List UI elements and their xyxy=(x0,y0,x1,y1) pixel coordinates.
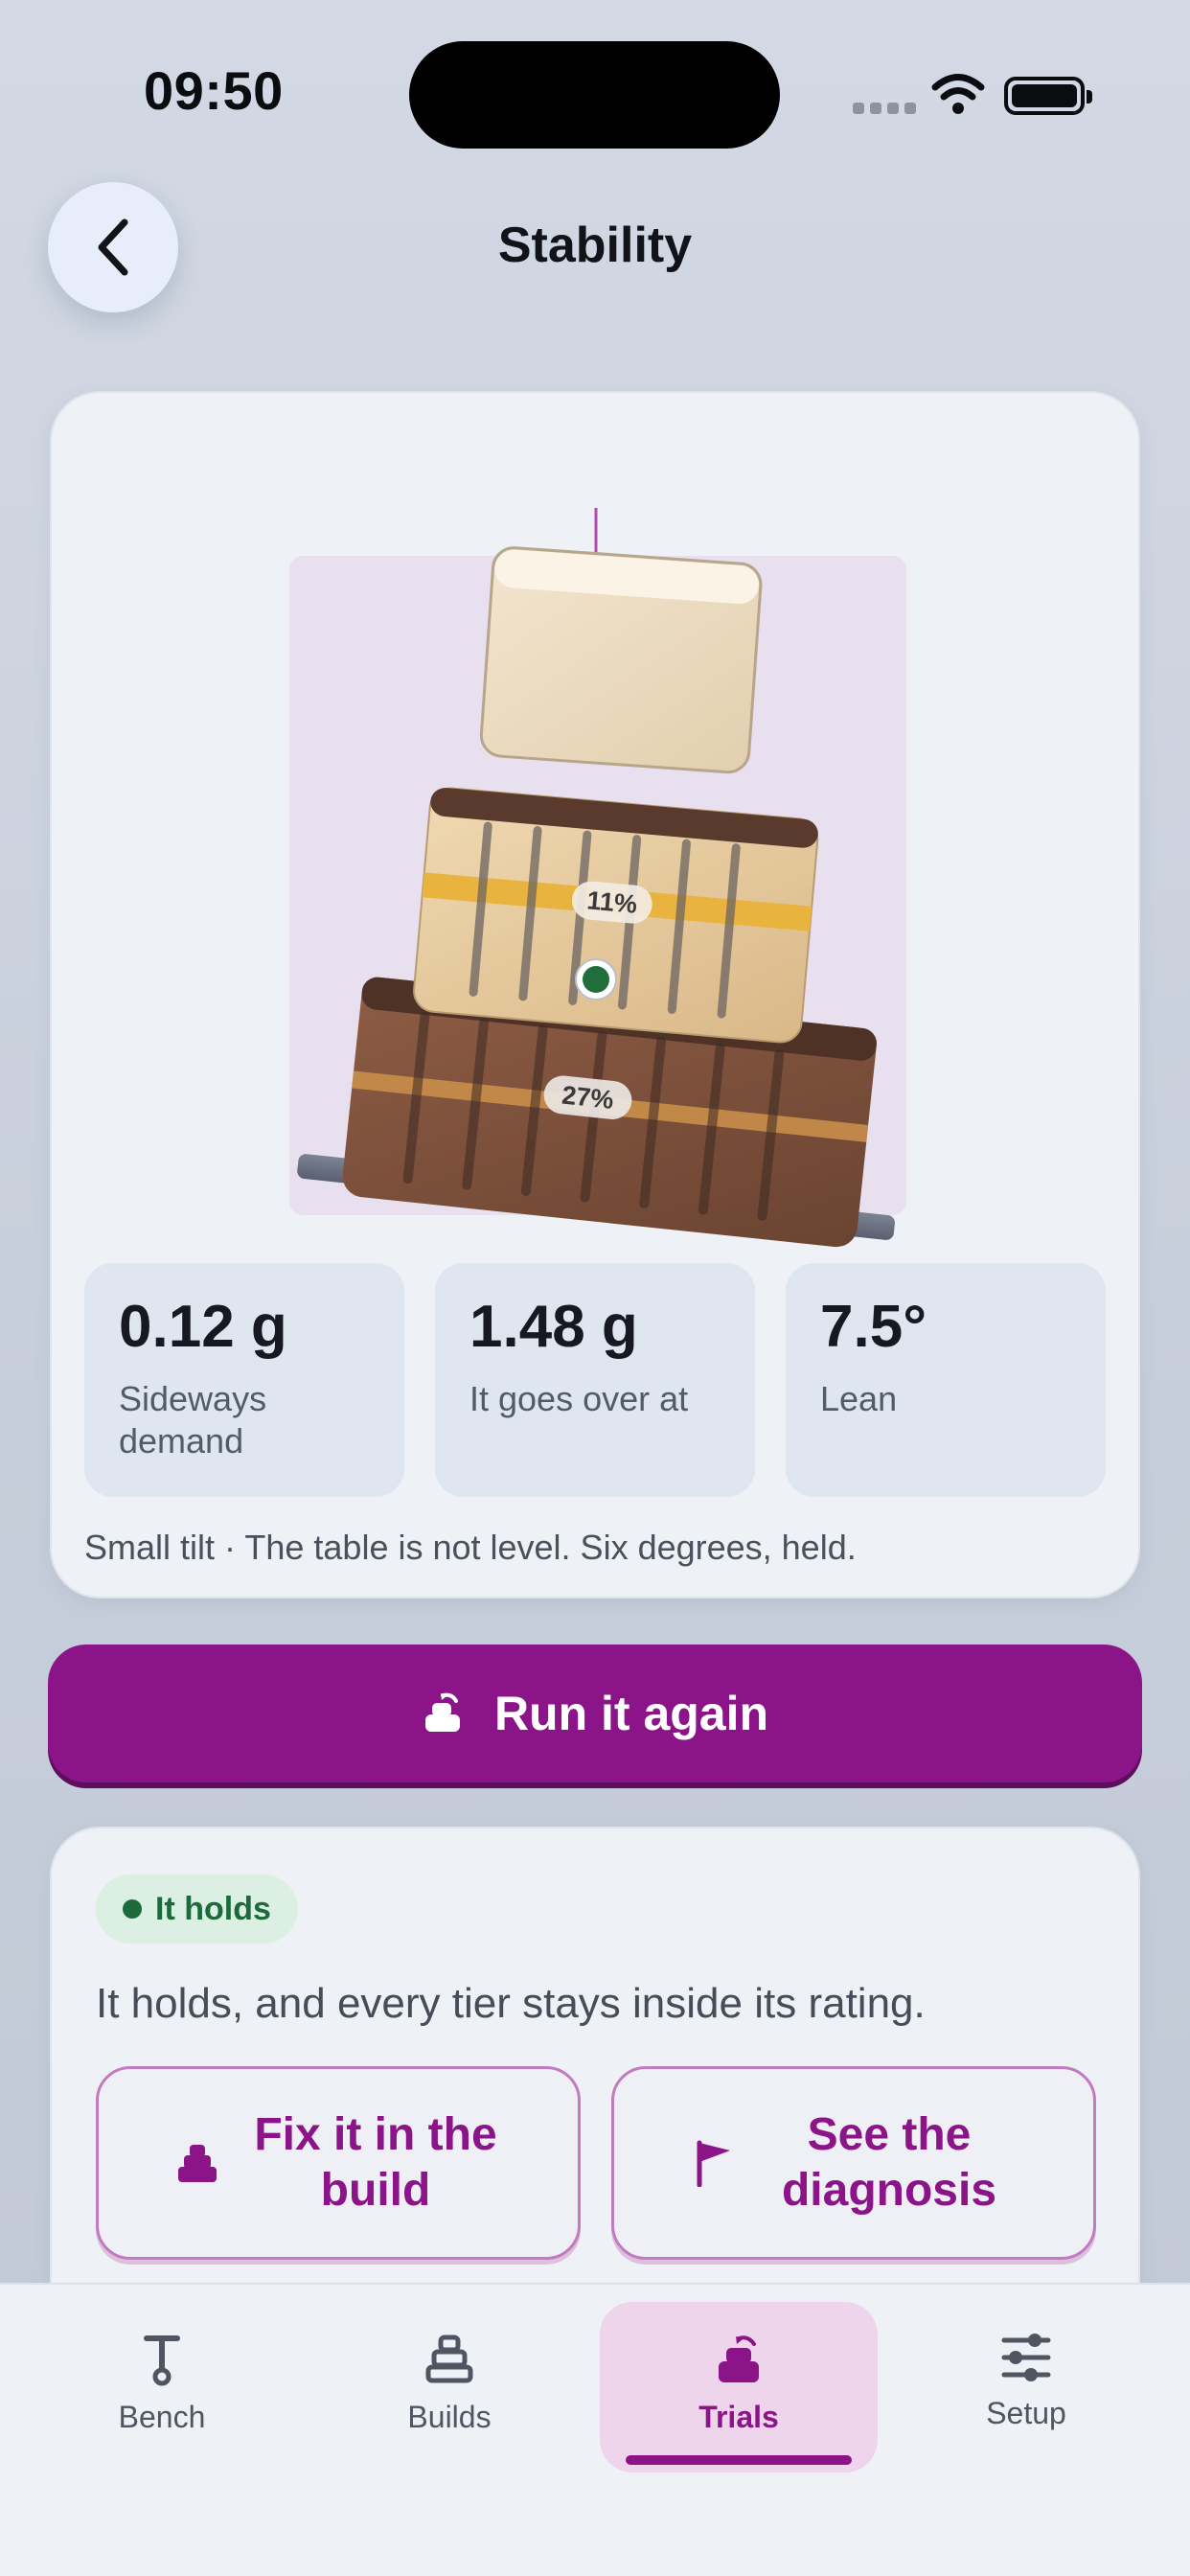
stat-label: It goes over at xyxy=(469,1379,689,1418)
tab-builds[interactable]: Builds xyxy=(310,2302,588,2472)
fix-in-build-button[interactable]: Fix it in the build xyxy=(96,2066,581,2260)
stat-value: 0.12 g xyxy=(119,1294,287,1360)
battery-icon xyxy=(1004,77,1092,115)
cake-tilt-icon xyxy=(424,1692,460,1732)
see-diagnosis-button[interactable]: See the diagnosis xyxy=(611,2066,1096,2260)
flag-icon xyxy=(697,2140,730,2187)
tab-setup[interactable]: Setup xyxy=(887,2302,1165,2472)
status-time: 09:50 xyxy=(144,60,284,121)
see-diagnosis-label: See the diagnosis xyxy=(781,2109,997,2216)
sliders-icon xyxy=(1001,2334,1051,2381)
tab-label: Bench xyxy=(118,2400,206,2434)
stat-sideways-demand: 0.12 g Sideways demand xyxy=(84,1263,404,1497)
stat-goes-over-at: 1.48 g It goes over at xyxy=(435,1263,755,1497)
status-bar: 09:50 xyxy=(0,0,1190,192)
tab-label: Trials xyxy=(698,2400,779,2434)
stat-lean: 7.5° Lean xyxy=(786,1263,1106,1497)
stat-value: 1.48 g xyxy=(469,1294,638,1360)
trial-caption: Small tilt · The table is not level. Six… xyxy=(84,1528,857,1567)
stat-label: Sideways demand xyxy=(119,1379,267,1460)
cake-tier-middle: 11% xyxy=(413,787,819,1044)
cellular-signal-icon xyxy=(853,102,922,119)
tier-label-middle: 11% xyxy=(585,886,638,918)
cake-figure: 27% 11% xyxy=(52,393,1142,1255)
stability-card: 27% 11% 0.12 g Sideways demand 1.48 g It… xyxy=(50,391,1140,1598)
pin-tool-icon xyxy=(144,2335,180,2386)
tab-label: Builds xyxy=(407,2400,492,2434)
page-title: Stability xyxy=(497,218,693,273)
active-tab-indicator xyxy=(626,2455,852,2465)
run-again-button[interactable]: Run it again xyxy=(48,1644,1142,1782)
tab-bench[interactable]: Bench xyxy=(23,2302,301,2472)
tab-label: Setup xyxy=(986,2396,1066,2430)
fix-in-build-label: Fix it in the build xyxy=(254,2109,497,2216)
result-summary: It holds, and every tier stays inside it… xyxy=(96,1980,926,2027)
tier-label-bottom: 27% xyxy=(561,1080,615,1114)
status-dot xyxy=(123,1899,142,1919)
tab-bar: Bench Builds Trials Setup xyxy=(0,2283,1190,2576)
stack-icon xyxy=(178,2145,217,2182)
tab-trials[interactable]: Trials xyxy=(600,2302,878,2472)
status-badge-label: It holds xyxy=(155,1890,271,1927)
stat-value: 7.5° xyxy=(820,1294,927,1360)
run-again-label: Run it again xyxy=(493,1687,769,1740)
status-badge: It holds xyxy=(96,1874,298,1944)
stack-icon xyxy=(425,2334,473,2383)
cake-tier-top xyxy=(479,546,763,774)
stat-label: Lean xyxy=(820,1379,898,1418)
wifi-icon xyxy=(931,74,985,114)
dynamic-island xyxy=(409,41,780,149)
cake-tilt-icon xyxy=(719,2335,759,2382)
